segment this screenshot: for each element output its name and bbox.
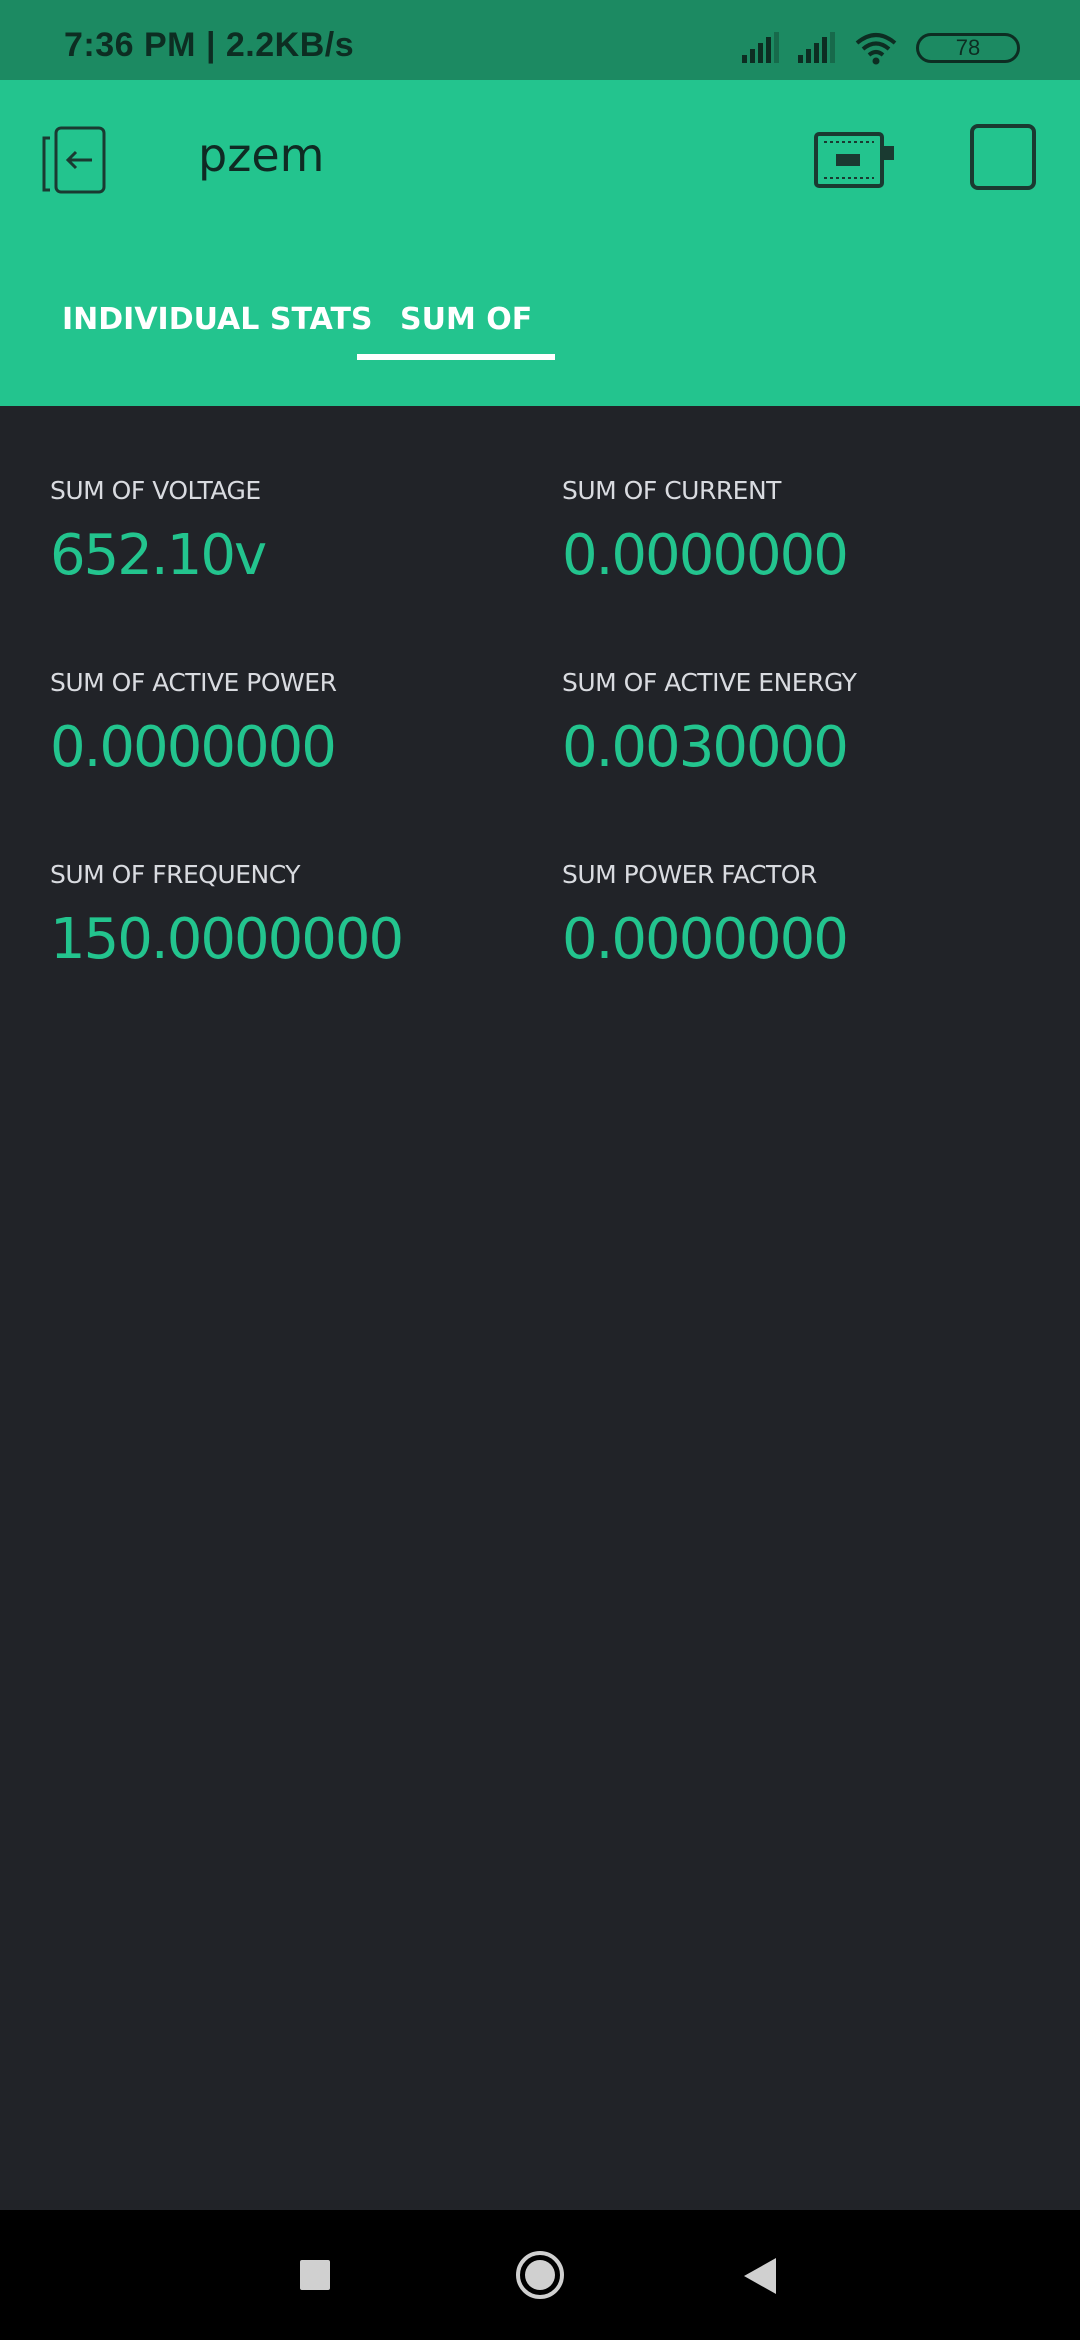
tab-individual-stats[interactable]: INDIVIDUAL STATS [62,302,373,337]
stat-label: SUM OF VOLTAGE [50,476,261,505]
stat-label: SUM OF FREQUENCY [50,860,301,889]
stat-sum-power-factor: SUM POWER FACTOR 0.0000000 [562,860,1042,972]
home-icon[interactable] [515,2250,565,2300]
stat-label: SUM OF CURRENT [562,476,781,505]
back-icon [42,126,106,194]
stat-label: SUM OF ACTIVE POWER [50,668,337,697]
status-icons: 78 [740,28,1020,68]
tab-active-indicator [357,354,555,360]
status-time: 7:36 PM | 2.2KB/s [64,26,355,64]
stat-value: 0.0000000 [562,523,849,588]
stop-icon[interactable] [970,124,1036,190]
back-triangle-icon[interactable] [742,2256,778,2296]
stat-value: 0.0000000 [50,715,337,780]
stat-label: SUM POWER FACTOR [562,860,817,889]
stat-label: SUM OF ACTIVE ENERGY [562,668,857,697]
battery-icon: 78 [916,33,1020,63]
device-button[interactable] [810,124,900,200]
signal-icon [740,31,784,65]
recents-icon[interactable] [300,2260,330,2290]
stat-value: 652.10v [50,523,267,588]
stat-sum-frequency: SUM OF FREQUENCY 150.0000000 [50,860,530,972]
status-bar: 7:36 PM | 2.2KB/s 78 [0,0,1080,80]
app-title: pzem [198,128,325,182]
stat-value: 150.0000000 [50,907,404,972]
back-button[interactable] [40,124,116,200]
stat-sum-active-energy: SUM OF ACTIVE ENERGY 0.0030000 [562,668,1042,780]
stat-value: 0.0000000 [562,907,849,972]
stat-sum-voltage: SUM OF VOLTAGE 652.10v [50,476,530,588]
app-bar: pzem INDIVIDUAL STATS SUM OF [0,80,1080,406]
stat-value: 0.0030000 [562,715,849,780]
device-icon [814,132,894,188]
wifi-icon [854,31,898,65]
navigation-bar [0,2210,1080,2340]
tab-sum-of[interactable]: SUM OF [400,302,532,337]
stat-sum-active-power: SUM OF ACTIVE POWER 0.0000000 [50,668,530,780]
stat-sum-current: SUM OF CURRENT 0.0000000 [562,476,1042,588]
signal-icon [796,31,840,65]
